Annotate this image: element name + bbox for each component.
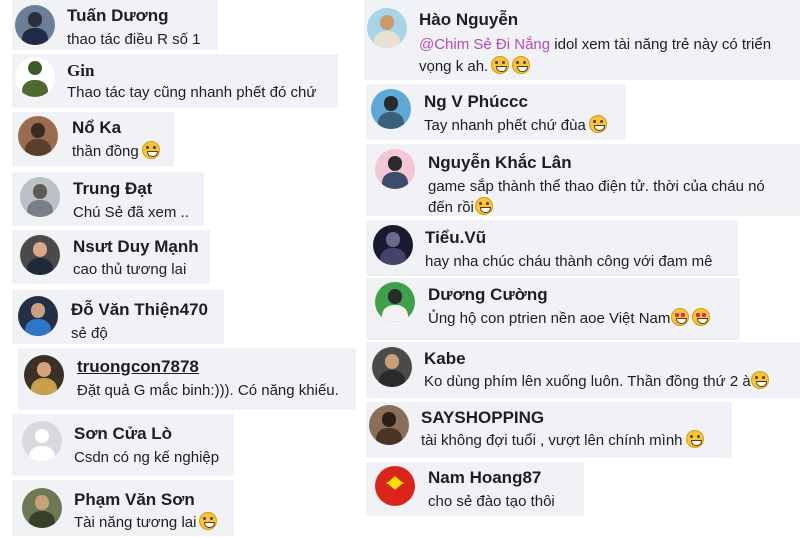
commenter-name[interactable]: Tuấn Dương bbox=[67, 6, 169, 26]
comment-text: Thao tác tay cũng nhanh phết đó chứ bbox=[67, 84, 317, 101]
avatar[interactable] bbox=[20, 177, 60, 217]
comment-text-line2: đến rồi bbox=[428, 197, 493, 219]
comment-text: @Chim Sẻ Đi Nắng idol xem tài năng trẻ n… bbox=[419, 34, 771, 56]
commenter-name[interactable]: Gin bbox=[67, 61, 94, 81]
commenter-name[interactable]: Tiểu.Vũ bbox=[425, 228, 486, 248]
comment-text: hay nha chúc cháu thành công với đam mê bbox=[425, 253, 713, 270]
avatar[interactable] bbox=[371, 89, 411, 129]
comment-text: Chú Sẻ đã xem .. bbox=[73, 204, 189, 221]
laughing-emoji-icon bbox=[685, 430, 704, 448]
comment-text-content: tài không đợi tuổi , vượt lên chính mình bbox=[421, 432, 683, 449]
smirking-emoji-icon bbox=[474, 197, 493, 215]
commenter-name[interactable]: SAYSHOPPING bbox=[421, 408, 544, 428]
avatar[interactable] bbox=[375, 149, 415, 189]
comment-text: sẻ độ bbox=[71, 325, 108, 342]
comment-text: Csdn có ng kế nghiệp bbox=[74, 449, 220, 466]
avatar[interactable] bbox=[18, 296, 58, 336]
grinning-emoji-icon bbox=[512, 56, 531, 74]
comment-text-content: đến rồi bbox=[428, 199, 474, 216]
comment-text-content: idol xem tài năng trẻ này có triển bbox=[550, 36, 772, 53]
avatar[interactable] bbox=[373, 225, 413, 265]
avatar[interactable] bbox=[375, 466, 415, 506]
comment-text: Tài năng tương lai bbox=[74, 512, 218, 534]
comment-text: Tay nhanh phết chứ đùa bbox=[424, 115, 607, 137]
laughing-emoji-icon bbox=[750, 371, 769, 389]
commenter-name[interactable]: Nổ Ka bbox=[72, 118, 121, 138]
commenter-name[interactable]: Đỗ Văn Thiện470 bbox=[71, 300, 208, 320]
commenter-name[interactable]: Ng V Phúccc bbox=[424, 92, 528, 112]
comment-text: thao tác điều R số 1 bbox=[67, 31, 201, 48]
comment-text-content: Ủng hộ con ptrien nền aoe Việt Nam bbox=[428, 310, 671, 327]
avatar[interactable] bbox=[367, 8, 407, 48]
commenter-name[interactable]: Sơn Cửa Lò bbox=[74, 424, 172, 444]
commenter-name[interactable]: Kabe bbox=[424, 349, 466, 369]
commenter-name[interactable]: Nguyễn Khắc Lân bbox=[428, 153, 572, 173]
avatar[interactable] bbox=[369, 405, 409, 445]
commenter-name[interactable]: Nam Hoang87 bbox=[428, 468, 541, 488]
comment-text-content: thần đồng bbox=[72, 143, 139, 160]
commenter-name[interactable]: Dương Cường bbox=[428, 285, 548, 305]
comment-text-content: Ko dùng phím lên xuống luôn. Thần đồng t… bbox=[424, 373, 751, 390]
avatar[interactable] bbox=[372, 347, 412, 387]
comment-text: Đặt quả G mắc binh:))). Có năng khiếu. bbox=[77, 382, 339, 399]
avatar[interactable] bbox=[20, 235, 60, 275]
comment-text: tài không đợi tuổi , vượt lên chính mình bbox=[421, 430, 704, 452]
comment-text-content: Tài năng tương lai bbox=[74, 514, 197, 531]
comment-text: game sắp thành thể thao điện tử. thời củ… bbox=[428, 178, 765, 195]
avatar[interactable] bbox=[375, 282, 415, 322]
commenter-name[interactable]: Trung Đạt bbox=[73, 179, 152, 199]
heart-eyes-emoji-icon bbox=[671, 308, 690, 326]
commenter-name[interactable]: Nsưt Duy Mạnh bbox=[73, 237, 199, 257]
comment-text: Ủng hộ con ptrien nền aoe Việt Nam bbox=[428, 308, 711, 330]
avatar[interactable] bbox=[22, 421, 62, 461]
mention-link[interactable]: @Chim Sẻ Đi Nắng bbox=[419, 36, 550, 53]
commenter-name[interactable]: Phạm Văn Sơn bbox=[74, 490, 195, 510]
comment-text: thần đồng bbox=[72, 141, 160, 163]
heart-eyes-emoji-icon bbox=[692, 308, 711, 326]
avatar[interactable] bbox=[15, 57, 55, 97]
avatar[interactable] bbox=[18, 116, 58, 156]
laughing-emoji-icon bbox=[199, 512, 218, 530]
commenter-name[interactable]: truongcon7878 bbox=[77, 357, 199, 377]
avatar[interactable] bbox=[15, 5, 55, 45]
comment-text: cho sẻ đào tạo thôi bbox=[428, 493, 555, 510]
comment-text-line2: vọng k ah. bbox=[419, 56, 531, 78]
comment-text-content: Tay nhanh phết chứ đùa bbox=[424, 117, 586, 134]
comment-text: Ko dùng phím lên xuống luôn. Thần đồng t… bbox=[424, 371, 769, 393]
grinning-emoji-icon bbox=[491, 56, 510, 74]
grinning-emoji-icon bbox=[588, 115, 607, 133]
avatar[interactable] bbox=[22, 488, 62, 528]
commenter-name[interactable]: Hào Nguyễn bbox=[419, 10, 518, 30]
avatar[interactable] bbox=[24, 355, 64, 395]
comment-text-content: vọng k ah. bbox=[419, 58, 489, 75]
comment-text: cao thủ tương lai bbox=[73, 261, 187, 278]
laughing-emoji-icon bbox=[141, 141, 160, 159]
